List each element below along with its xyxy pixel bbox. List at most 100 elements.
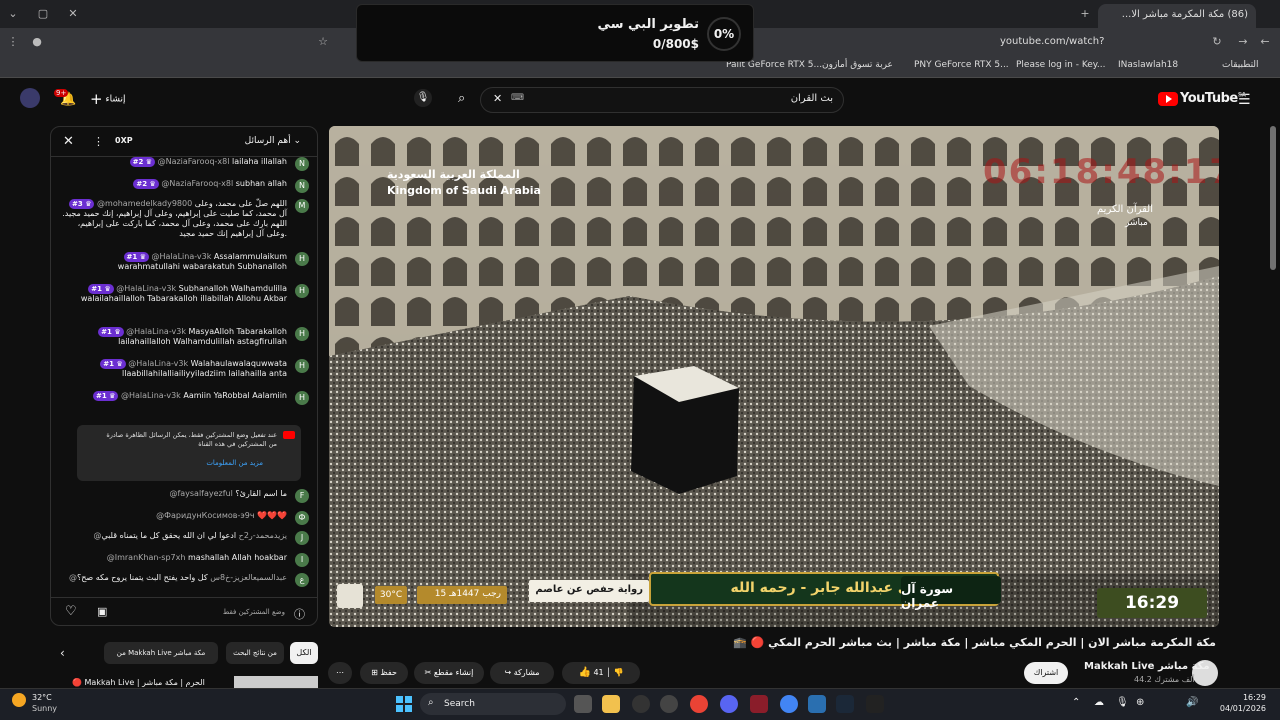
avatar[interactable]: J (295, 531, 309, 545)
bookmark-3[interactable]: PNY GeForce RTX 5... (914, 60, 1009, 70)
avatar[interactable]: H (295, 252, 309, 266)
new-tab-icon[interactable]: + (1078, 7, 1092, 21)
bookmark-2[interactable]: Please log in - Key... (1016, 60, 1105, 70)
avatar[interactable]: H (295, 284, 309, 298)
chevron-left-icon[interactable]: ‹ (60, 646, 65, 660)
filter-chip-search[interactable]: من نتائج البحث (226, 642, 284, 664)
mic-icon[interactable]: 🎙 (414, 89, 432, 107)
chat-author[interactable]: @HalaLina-v3k (121, 391, 183, 400)
filter-chip-channel[interactable]: من Makkah Live مكة مباشر (104, 642, 218, 664)
chat-author[interactable]: @HalaLina-v3k (126, 327, 188, 336)
bookmark-star-icon[interactable]: ☆ (316, 35, 330, 49)
tray-app-icon[interactable]: ☁ (1094, 697, 1104, 708)
steam-icon[interactable] (836, 695, 854, 713)
chat-text: ادعوا لي ان الله يحقق كل ما يتمناه قلبي (101, 531, 237, 540)
chrome-icon[interactable] (690, 695, 708, 713)
like-dislike-button[interactable]: 👍 41 │ 👎 (562, 662, 640, 684)
avatar[interactable]: Ф (295, 511, 309, 525)
learn-more-link[interactable]: مزيد من المعلومات (206, 459, 263, 467)
chat-text: ما اسم القارئ؟ (235, 489, 287, 498)
active-tab[interactable]: (86) مكة المكرمة مباشر الا... (1098, 4, 1256, 28)
share-button[interactable]: ↪ مشاركة (490, 662, 554, 684)
window-icon[interactable]: ▢ (36, 7, 50, 21)
close-chat-icon[interactable]: ✕ (63, 134, 74, 149)
file-explorer-icon[interactable] (602, 695, 620, 713)
keyboard-icon[interactable]: ⌨ (511, 93, 524, 103)
info-icon[interactable]: ⓘ (294, 606, 305, 622)
avatar[interactable]: N (295, 157, 309, 171)
chat-author[interactable]: @NaziaFarooq-x8l (161, 179, 235, 188)
avatar[interactable]: F (295, 489, 309, 503)
avatar[interactable]: H (295, 391, 309, 405)
task-view-icon[interactable] (574, 695, 592, 713)
playlist-thumbnail[interactable] (234, 676, 318, 688)
clear-search-icon[interactable]: ✕ (493, 92, 502, 105)
chat-author[interactable]: @HalaLina-v3k (152, 252, 214, 261)
avatar[interactable]: H (295, 327, 309, 341)
forward-icon[interactable]: → (1236, 35, 1250, 49)
avatar[interactable]: M (295, 199, 309, 213)
chat-author[interactable]: @mohamedelkady9800 (97, 199, 195, 208)
surah-box: سورة آل عمران (901, 576, 1001, 610)
playlist-item[interactable]: 🔴 Makkah Live | الحرم | مكة مباشر (72, 678, 232, 687)
page-scrollbar[interactable] (1270, 126, 1276, 270)
reload-icon[interactable]: ↻ (1210, 35, 1224, 49)
chat-author[interactable]: @NaziaFarooq-x8l (158, 157, 232, 166)
network-icon[interactable]: ⊕ (1136, 697, 1144, 708)
logo-emblem-icon (337, 584, 363, 608)
youtube-logo[interactable]: YouTubeSA (1158, 91, 1246, 106)
chat-more-icon[interactable]: ⋮ (93, 135, 104, 148)
settings-icon[interactable] (660, 695, 678, 713)
mic-tray-icon[interactable]: 🎙 (1116, 697, 1129, 708)
chat-author[interactable]: @HalaLina-v3k (116, 284, 178, 293)
search-icon[interactable]: ⌕ (458, 91, 465, 106)
save-button[interactable]: ⊞ حفظ (360, 662, 408, 684)
chat-author[interactable]: @ImranKhan-sp7xh (107, 553, 188, 562)
menu-icon[interactable]: ⋮ (6, 35, 20, 49)
app-icon[interactable] (750, 695, 768, 713)
clip-button[interactable]: ✂ إنشاء مقطع (414, 662, 484, 684)
epic-games-icon[interactable] (866, 695, 884, 713)
bookmark-apps[interactable]: التطبيقات (1222, 60, 1259, 70)
overlay-label-en: Kingdom of Saudi Arabia (387, 184, 541, 197)
tray-chevron-icon[interactable]: ⌃ (1072, 697, 1080, 708)
super-chat-icon[interactable]: ▣ (97, 605, 107, 618)
bookmark-4[interactable]: عربة تسوق أمازون (822, 60, 893, 70)
chat-header: أهم الرسائل ⌄ 0XP ⋮ ✕ (51, 127, 317, 157)
url-field[interactable]: youtube.com/watch?v=6J4ODuaBG1o (1000, 32, 1180, 67)
chat-author[interactable]: @HalaLina-v3k (128, 359, 190, 368)
avatar[interactable]: N (295, 179, 309, 193)
create-button[interactable]: + إنشاء (90, 88, 140, 110)
bookmark-1[interactable]: INaslawlah18 (1118, 60, 1178, 70)
volume-icon[interactable]: 🔊 (1186, 697, 1198, 708)
video-player[interactable]: المملكة العربية السعودية Kingdom of Saud… (329, 126, 1219, 627)
rank-badge: #1 ♛ (123, 252, 149, 262)
tab-search-icon[interactable]: ⌄ (6, 7, 20, 21)
filter-chip-all[interactable]: الكل (290, 642, 318, 664)
taskbar-search[interactable]: Search (420, 693, 566, 715)
search-input[interactable]: بث القران ⌨ ✕ (480, 87, 844, 113)
chat-author[interactable]: @faysalfayezful (169, 489, 235, 498)
avatar[interactable] (20, 88, 40, 108)
profile-icon[interactable]: ● (30, 35, 44, 49)
back-icon[interactable]: ← (1258, 35, 1272, 49)
close-window-icon[interactable]: ✕ (66, 7, 80, 21)
chat-input[interactable]: وضع المشتركين فقط (223, 608, 285, 616)
chat-mode-dropdown[interactable]: أهم الرسائل ⌄ (245, 136, 301, 146)
chatgpt-icon[interactable] (632, 695, 650, 713)
chrome-2-icon[interactable] (780, 695, 798, 713)
avatar[interactable]: ع (295, 573, 309, 587)
discord-icon[interactable] (720, 695, 738, 713)
more-actions-button[interactable]: ⋯ (328, 662, 352, 684)
app-2-icon[interactable] (808, 695, 826, 713)
chat-author[interactable]: @ФаридунКосимов-э9ч (156, 511, 257, 520)
clock-time[interactable]: 16:29 (1226, 693, 1266, 702)
weather-temp[interactable]: 32°C (32, 693, 52, 702)
windows-start-icon[interactable] (396, 696, 412, 712)
avatar[interactable]: H (295, 359, 309, 373)
avatar[interactable]: I (295, 553, 309, 567)
heart-icon[interactable]: ♡ (65, 604, 77, 619)
subscribe-button[interactable]: اشتراك (1024, 662, 1068, 684)
channel-name[interactable]: Makkah Live مكة مباشر (1084, 661, 1210, 672)
subscriber-count: 44.2 ألف مشترك (1134, 675, 1195, 684)
